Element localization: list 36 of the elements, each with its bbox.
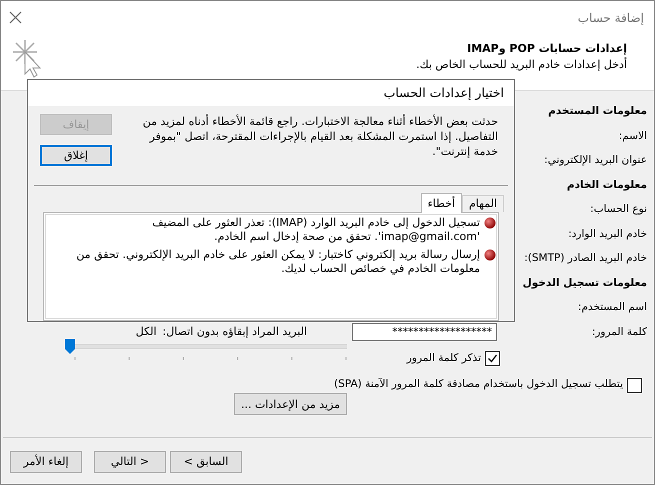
field-label: خادم البريد الوارد:: [567, 228, 647, 240]
field-label: الاسم:: [618, 130, 647, 142]
more-settings-button[interactable]: مزيد من الإعدادات ...: [234, 393, 347, 415]
section-heading: معلومات الخادم: [566, 178, 647, 191]
password-field[interactable]: *******************: [352, 322, 497, 341]
slider-label: البريد المراد إبقاؤه بدون اتصال:: [162, 325, 307, 339]
footer-button[interactable]: < السابق: [170, 450, 242, 472]
error-item: إرسال رسالة بريد إلكتروني كاختبار: لا يمكن العثور على خادم البريد الإلكتروني. تحقق من معلومات الخادم في خصائص الحساب لديك.: [75, 248, 480, 276]
dialog-title: اختيار إعدادات الحساب: [384, 85, 504, 100]
field-label: اسم المستخدم:: [576, 301, 647, 314]
slider-value: الكل: [136, 325, 157, 339]
tab[interactable]: أخطاء: [420, 192, 462, 213]
error-item: تسجيل الدخول إلى خادم البريد الوارد (IMAP): تعذر العثور على المضيف 'imap@gmail.com'. تحقق من صحة إدخال اسم الخادم.: [151, 216, 480, 244]
section-heading: معلومات تسجيل الدخول: [522, 276, 647, 289]
slider-thumb[interactable]: [65, 339, 75, 354]
error-message: حدثت بعض الأخطاء أثناء معالجة الاختبارات. راجع قائمة الأخطاء أدناه لمزيد من التفاصيل. إذا استمرت المشكلة بعد القيام بالإجراءات المقترحة، اتصل "بموفر خدمة إنترنت".: [142, 114, 498, 160]
section-heading: معلومات المستخدم: [548, 105, 647, 118]
footer-button[interactable]: إلغاء الأمر: [10, 450, 82, 472]
checkbox-label: يتطلب تسجيل الدخول باستخدام مصادقة كلمة المرور الآمنة (SPA): [333, 378, 623, 390]
header-subtitle: أدخل إعدادات خادم البريد للحساب الخاص بك.: [416, 58, 627, 71]
window-title: إضافة حساب: [578, 10, 644, 24]
field-label: نوع الحساب:: [589, 203, 647, 216]
checkmark-icon: [487, 352, 498, 364]
close-icon[interactable]: [9, 11, 22, 24]
checkbox[interactable]: [485, 350, 500, 366]
footer-button[interactable]: التالي >: [94, 450, 166, 472]
field-label: عنوان البريد الإلكتروني:: [543, 154, 647, 166]
dialog-button[interactable]: إغلاق: [40, 144, 112, 166]
error-icon: [484, 216, 496, 229]
checkbox[interactable]: [627, 378, 642, 393]
tab[interactable]: المهام: [462, 194, 504, 212]
field-label: خادم البريد الصادر (SMTP):: [523, 252, 647, 264]
error-icon: [484, 248, 496, 261]
checkbox-label: تذكر كلمة المرور: [406, 352, 481, 364]
field-label: كلمة المرور:: [590, 326, 647, 338]
header-title: إعدادات حسابات POP وIMAP: [466, 42, 627, 55]
